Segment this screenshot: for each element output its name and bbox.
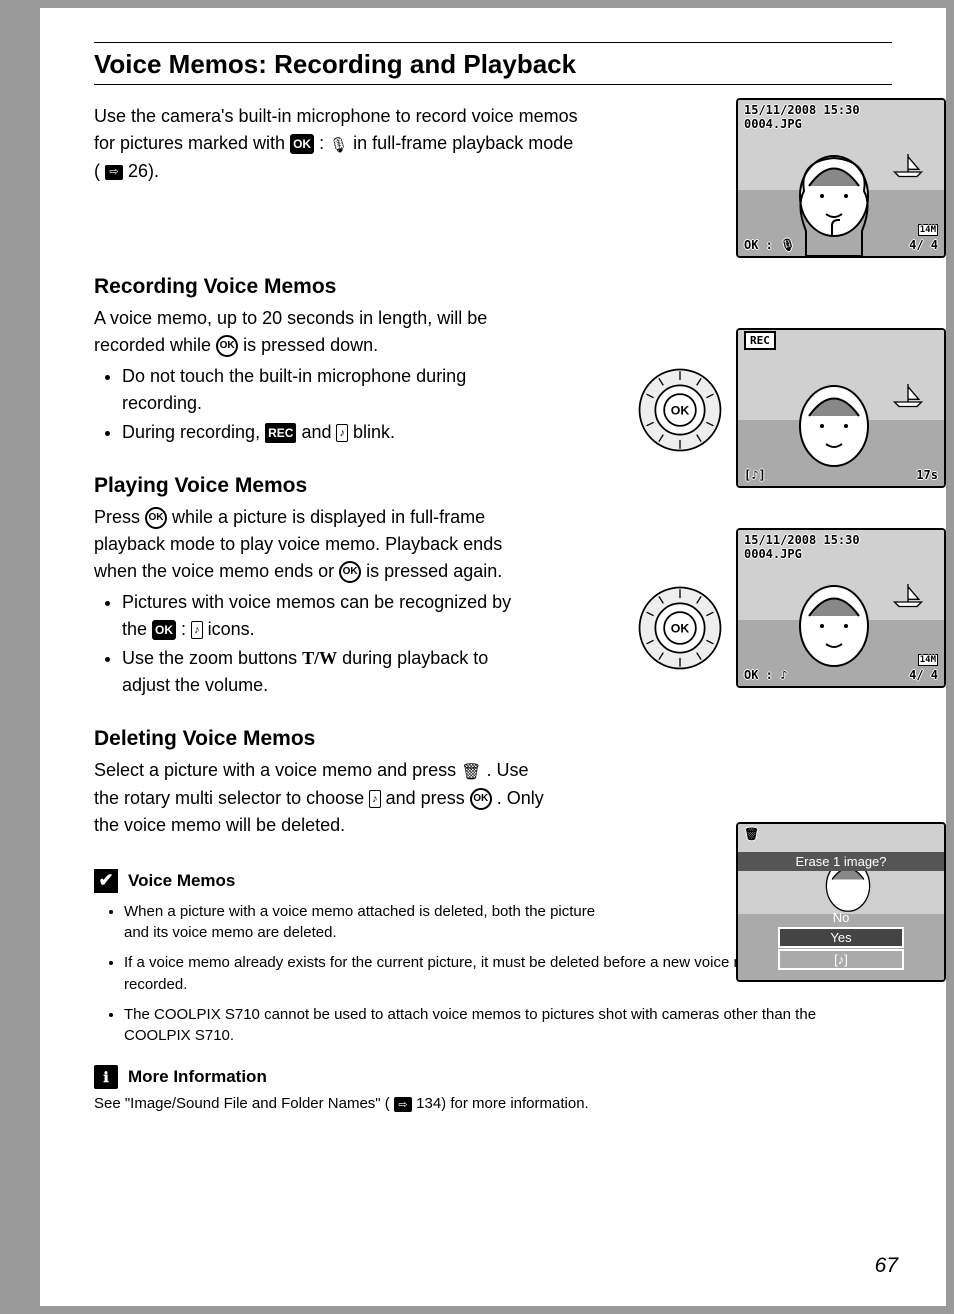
erase-option-yes[interactable]: Yes bbox=[778, 927, 904, 948]
ok-button-icon bbox=[470, 788, 492, 810]
notes-title: Voice Memos bbox=[128, 871, 235, 891]
lcd-preview-erase: 🗑 Erase 1 image? No Yes [♪] bbox=[736, 822, 946, 982]
section-recording-list: Do not touch the built-in microphone dur… bbox=[94, 363, 514, 446]
page-title: Voice Memos: Recording and Playback bbox=[94, 49, 892, 85]
moreinfo-title: More Information bbox=[128, 1067, 267, 1087]
info-icon bbox=[94, 1065, 118, 1089]
portrait-illustration bbox=[784, 146, 884, 256]
screen-date: 15/11/2008 15:300004.JPG bbox=[744, 534, 860, 562]
ok-button-icon bbox=[145, 507, 167, 529]
note-1: When a picture with a voice memo attache… bbox=[124, 901, 624, 945]
moreinfo-text: See "Image/Sound File and Folder Names" … bbox=[94, 1095, 892, 1112]
ok-button-icon bbox=[216, 335, 238, 357]
intro-paragraph: Use the camera's built-in microphone to … bbox=[94, 103, 584, 185]
svg-text:OK: OK bbox=[671, 621, 690, 635]
screen-quality: 14M bbox=[918, 224, 938, 236]
rec-time-remaining: 17s bbox=[916, 468, 938, 482]
manual-page: Voice Memos: Recording and Playback Use … bbox=[40, 8, 946, 1306]
screen-ok-hint: OK : ♪ bbox=[744, 668, 787, 682]
rec-indicator: REC bbox=[744, 331, 776, 350]
rule-top bbox=[94, 42, 892, 43]
rotary-dial-icon: OK bbox=[636, 584, 724, 672]
screen-date: 15/11/2008 15:300004.JPG bbox=[744, 104, 860, 132]
erase-option-no[interactable]: No bbox=[778, 909, 904, 926]
trash-icon bbox=[461, 758, 481, 785]
memo-icon: [♪] bbox=[744, 468, 766, 482]
section-playing-list: Pictures with voice memos can be recogni… bbox=[94, 589, 514, 699]
page-ref-icon bbox=[105, 165, 123, 180]
section-recording-title: Recording Voice Memos bbox=[94, 275, 892, 299]
rec-icon: REC bbox=[265, 423, 296, 443]
page-ref-icon bbox=[394, 1097, 412, 1112]
lcd-preview-1: 15/11/2008 15:300004.JPG 4/ 4 OK : 🎙 14M bbox=[736, 98, 946, 258]
section-deleting-body: Select a picture with a voice memo and p… bbox=[94, 757, 554, 839]
section-recording-body: A voice memo, up to 20 seconds in length… bbox=[94, 305, 514, 359]
svg-text:OK: OK bbox=[671, 403, 690, 417]
moreinfo-header: More Information bbox=[94, 1065, 892, 1089]
intro-colon: : bbox=[319, 133, 329, 153]
section-deleting-title: Deleting Voice Memos bbox=[94, 727, 892, 751]
page-number: 67 bbox=[875, 1254, 898, 1278]
zoom-tw-label: T/W bbox=[302, 648, 337, 668]
erase-option-memo[interactable]: [♪] bbox=[778, 949, 904, 970]
screen-ok-hint: OK : 🎙 bbox=[744, 238, 795, 252]
ok-icon: OK bbox=[152, 620, 176, 640]
trash-icon: 🗑 bbox=[744, 828, 759, 842]
ok-icon: OK bbox=[290, 134, 314, 154]
playing-tip-1: Pictures with voice memos can be recogni… bbox=[122, 589, 514, 643]
check-icon bbox=[94, 869, 118, 893]
memo-blink-icon bbox=[336, 424, 348, 443]
playing-tip-2: Use the zoom buttons T/W during playback… bbox=[122, 645, 514, 699]
erase-prompt: Erase 1 image? bbox=[738, 852, 944, 871]
rotary-dial-icon: OK bbox=[636, 366, 724, 454]
memo-play-icon bbox=[191, 621, 203, 640]
recording-tip-2: During recording, REC and blink. bbox=[122, 419, 514, 446]
intro-pageref: 26). bbox=[128, 161, 159, 181]
recording-tip-1: Do not touch the built-in microphone dur… bbox=[122, 363, 514, 417]
note-3: The COOLPIX S710 cannot be used to attac… bbox=[124, 1004, 854, 1048]
section-playing-body: Press while a picture is displayed in fu… bbox=[94, 504, 514, 585]
screen-counter: 4/ 4 bbox=[909, 668, 938, 682]
lcd-preview-recording: REC 17s [♪] bbox=[736, 328, 946, 488]
microphone-icon bbox=[329, 131, 348, 158]
screen-counter: 4/ 4 bbox=[909, 238, 938, 252]
lcd-preview-playback: 15/11/2008 15:300004.JPG 4/ 4 OK : ♪ 14M bbox=[736, 528, 946, 688]
screen-quality: 14M bbox=[918, 654, 938, 666]
memo-delete-icon bbox=[369, 790, 381, 809]
ok-button-icon bbox=[339, 561, 361, 583]
